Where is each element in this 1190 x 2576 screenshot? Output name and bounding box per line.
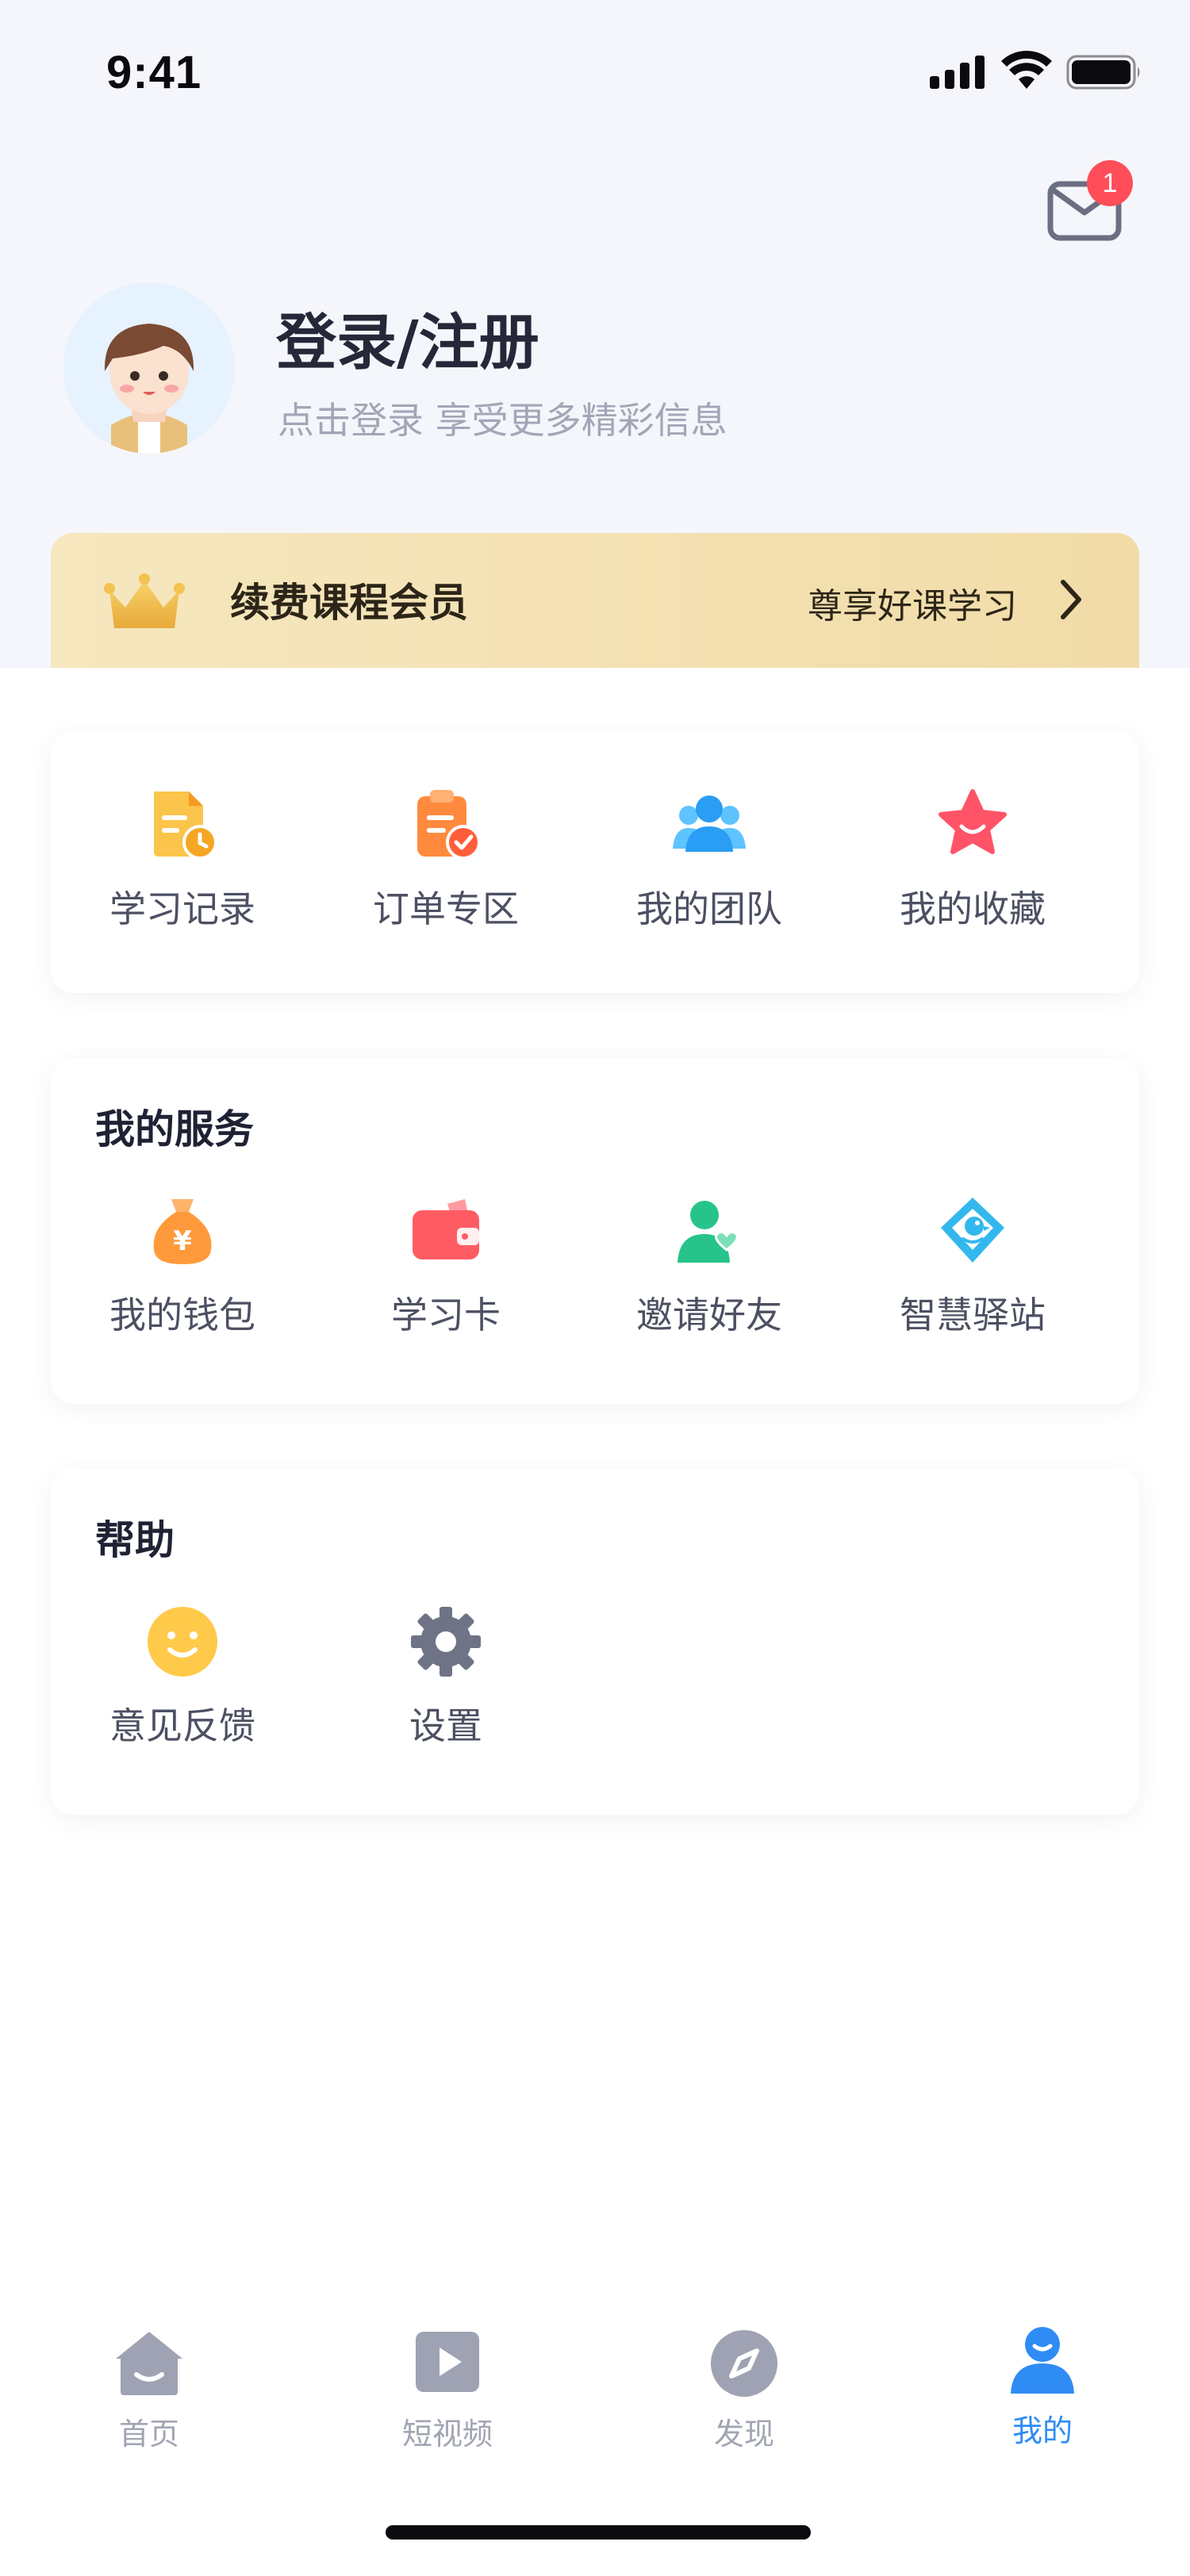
login-subtitle: 点击登录 享受更多精彩信息 [278, 399, 727, 442]
help-item-label: 意见反馈 [109, 1704, 255, 1747]
team-icon [673, 795, 746, 852]
tab-discover[interactable]: 发现 [625, 2327, 863, 2453]
login-title[interactable]: 登录/注册 [276, 293, 539, 381]
avatar-icon [104, 324, 194, 454]
profile-icon [1011, 2327, 1074, 2394]
quick-item-study-record[interactable]: 学习记录 [51, 787, 314, 933]
tab-label: 首页 [118, 2417, 179, 2451]
quick-item-favorites[interactable]: 我的收藏 [841, 787, 1104, 933]
quick-item-team[interactable]: 我的团队 [578, 787, 841, 933]
help-item-feedback[interactable]: 意见反馈 [51, 1604, 314, 1750]
tab-short-video[interactable]: 短视频 [328, 2327, 566, 2453]
service-item-label: 智慧驿站 [900, 1294, 1046, 1336]
help-card: 帮助 意见反馈 设置 [51, 1469, 1139, 1815]
svg-text:¥: ¥ [173, 1225, 192, 1257]
service-item-label: 学习卡 [391, 1294, 501, 1336]
vip-link[interactable]: 尊享好课学习 [808, 577, 1017, 628]
quick-item-label: 我的团队 [636, 887, 782, 930]
tab-label: 我的 [1012, 2413, 1073, 2448]
service-item-label: 邀请好友 [636, 1294, 782, 1336]
quick-item-label: 学习记录 [109, 887, 255, 930]
help-title: 帮助 [95, 1517, 175, 1563]
quick-item-label: 订单专区 [373, 887, 519, 930]
study-record-icon [154, 792, 217, 860]
quick-item-label: 我的收藏 [900, 887, 1046, 930]
services-title: 我的服务 [95, 1106, 254, 1152]
mail-badge: 1 [1087, 160, 1133, 206]
compass-icon [711, 2330, 777, 2397]
tab-home[interactable]: 首页 [30, 2327, 268, 2453]
wallet-bag-icon: ¥ [153, 1199, 212, 1264]
wifi-icon [1001, 51, 1052, 89]
cellular-signal-icon [930, 54, 985, 89]
study-card-icon [413, 1199, 479, 1259]
quick-item-orders[interactable]: 订单专区 [314, 787, 578, 933]
status-time: 9:41 [106, 47, 202, 98]
quick-actions-card: 学习记录 订单专区 我的团队 我的收藏 [51, 731, 1139, 993]
tab-label: 发现 [713, 2417, 774, 2451]
order-icon [417, 790, 481, 860]
chevron-right-icon [1061, 580, 1081, 619]
gear-icon [411, 1607, 481, 1677]
battery-icon [1066, 55, 1140, 90]
invite-friend-icon [678, 1201, 739, 1263]
smile-feedback-icon [148, 1607, 217, 1677]
avatar[interactable] [63, 282, 235, 454]
service-item-study-card[interactable]: 学习卡 [314, 1193, 578, 1339]
crown-icon [104, 573, 185, 628]
tab-label: 短视频 [401, 2417, 493, 2451]
help-item-settings[interactable]: 设置 [314, 1604, 578, 1750]
favorite-star-icon [939, 789, 1007, 854]
service-item-label: 我的钱包 [109, 1294, 255, 1336]
vip-banner[interactable]: 续费课程会员 尊享好课学习 [51, 533, 1139, 668]
help-item-label: 设置 [409, 1704, 482, 1747]
service-item-wallet[interactable]: ¥ 我的钱包 [51, 1193, 314, 1339]
home-indicator [386, 2525, 811, 2540]
vip-title: 续费课程会员 [230, 580, 468, 626]
tab-mine[interactable]: 我的 [923, 2324, 1161, 2450]
services-card: 我的服务 ¥ 我的钱包 学习卡 邀请好友 智慧驿站 [51, 1058, 1139, 1404]
home-icon [116, 2332, 182, 2395]
bird-icon [941, 1198, 1004, 1263]
service-item-smart-station[interactable]: 智慧驿站 [841, 1193, 1104, 1339]
service-item-invite[interactable]: 邀请好友 [578, 1193, 841, 1339]
play-video-icon [416, 2332, 479, 2392]
